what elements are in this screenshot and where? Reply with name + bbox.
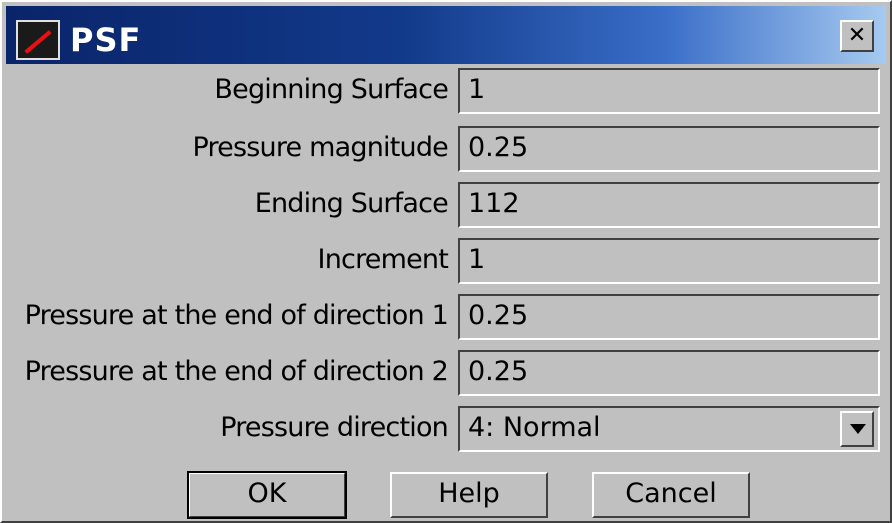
ending-surface-label: Ending Surface [254,188,449,219]
pressure-direction-select[interactable]: 4: Normal [458,406,880,452]
pressure-end-dir1-field[interactable]: 0.25 [458,294,880,340]
row-pressure-end-dir2: Pressure at the end of direction 2 0.25 [2,350,892,398]
cancel-button[interactable]: Cancel [592,472,750,518]
row-increment: Increment 1 [2,238,892,286]
ok-button[interactable]: OK [187,471,347,519]
beginning-surface-field[interactable]: 1 [458,68,880,114]
pressure-magnitude-field[interactable]: 0.25 [458,126,880,172]
row-pressure-magnitude: Pressure magnitude 0.25 [2,126,892,174]
close-icon: ✕ [847,23,867,48]
beginning-surface-label: Beginning Surface [214,74,448,105]
pressure-direction-label: Pressure direction [220,412,449,443]
increment-field[interactable]: 1 [458,238,880,284]
title-bar[interactable]: PSF ✕ [6,6,886,64]
row-pressure-direction: Pressure direction 4: Normal [2,406,892,454]
row-ending-surface: Ending Surface 112 [2,182,892,230]
dropdown-button[interactable] [840,411,874,447]
row-beginning-surface: Beginning Surface 1 [2,68,892,116]
window-title: PSF [70,21,142,59]
help-button[interactable]: Help [390,472,548,518]
pressure-direction-value: 4: Normal [468,412,601,443]
pressure-end-dir1-label: Pressure at the end of direction 1 [24,300,449,331]
pressure-end-dir2-field[interactable]: 0.25 [458,350,880,396]
pressure-end-dir2-label: Pressure at the end of direction 2 [24,356,449,387]
ending-surface-field[interactable]: 112 [458,182,880,228]
pressure-magnitude-label: Pressure magnitude [192,132,448,163]
close-button[interactable]: ✕ [840,20,874,52]
increment-label: Increment [317,244,449,275]
row-pressure-end-dir1: Pressure at the end of direction 1 0.25 [2,294,892,342]
app-icon [16,20,60,60]
psf-dialog: PSF ✕ Beginning Surface 1 Pressure magni… [0,0,892,523]
chevron-down-icon [850,424,866,434]
